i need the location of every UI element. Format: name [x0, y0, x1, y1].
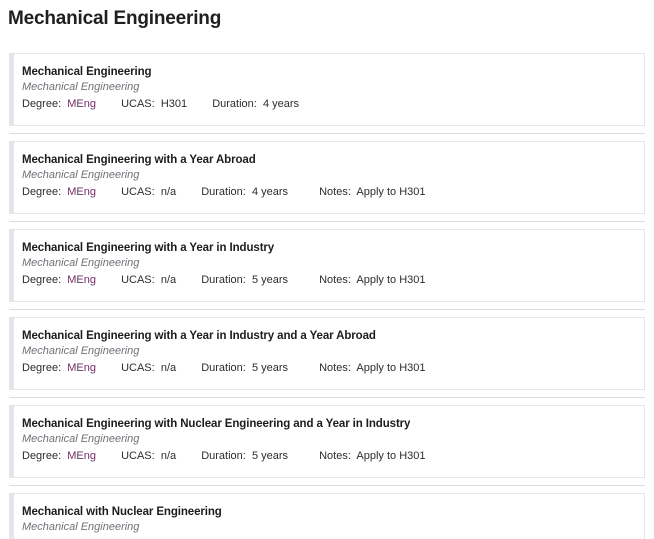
meta-ucas: UCAS: n/a: [121, 361, 176, 376]
course-department: Mechanical Engineering: [22, 521, 140, 533]
meta-notes-label: Notes:: [319, 274, 354, 286]
meta-ucas-value: n/a: [160, 274, 177, 286]
card-separator: [9, 485, 645, 486]
meta-duration-label: Duration:: [201, 274, 249, 286]
meta-ucas: UCAS: n/a: [121, 185, 176, 200]
course-card-6[interactable]: Mechanical with Nuclear Engineering Mech…: [9, 493, 645, 539]
meta-ucas-value: n/a: [160, 186, 177, 198]
course-name: Mechanical with Nuclear Engineering: [22, 506, 222, 518]
meta-duration: Duration: 5 years: [201, 361, 288, 376]
meta-ucas: UCAS: H301: [121, 97, 187, 112]
meta-duration: Duration: 4 years: [201, 185, 288, 200]
card-separator: [9, 221, 645, 222]
meta-degree-label: Degree:: [22, 450, 65, 462]
card-separator: [9, 397, 645, 398]
course-meta: Degree: MEng UCAS: n/a Duration: 5 years…: [22, 361, 632, 376]
meta-duration: Duration: 5 years: [201, 273, 288, 288]
meta-degree: Degree: MEng: [22, 449, 96, 464]
meta-ucas-value: H301: [160, 98, 188, 110]
meta-notes-label: Notes:: [319, 186, 354, 198]
meta-ucas-value: n/a: [160, 362, 177, 374]
meta-degree: Degree: MEng: [22, 273, 96, 288]
course-name: Mechanical Engineering with a Year in In…: [22, 330, 376, 342]
meta-notes-value: Apply to H301: [356, 274, 426, 286]
meta-notes-value: Apply to H301: [356, 186, 426, 198]
meta-degree-value: MEng: [67, 274, 97, 286]
meta-notes-label: Notes:: [319, 450, 354, 462]
meta-degree: Degree: MEng: [22, 185, 96, 200]
meta-notes-value: Apply to H301: [356, 362, 426, 374]
meta-ucas-label: UCAS:: [121, 362, 158, 374]
meta-duration-label: Duration:: [201, 186, 249, 198]
meta-degree-value: MEng: [67, 362, 97, 374]
course-card-1[interactable]: Mechanical Engineering Mechanical Engine…: [9, 53, 645, 126]
meta-degree-label: Degree:: [22, 98, 65, 110]
meta-degree-value: MEng: [67, 98, 97, 110]
meta-degree-value: MEng: [67, 450, 97, 462]
meta-degree-value: MEng: [67, 186, 97, 198]
meta-degree-label: Degree:: [22, 362, 65, 374]
course-meta: Degree: MEng UCAS: n/a Duration: 5 years…: [22, 273, 632, 288]
meta-duration: Duration: 5 years: [201, 449, 288, 464]
course-department: Mechanical Engineering: [22, 433, 140, 445]
meta-notes: Notes: Apply to H301: [319, 361, 425, 376]
meta-notes: Notes: Apply to H301: [319, 185, 425, 200]
card-separator: [9, 309, 645, 310]
course-department: Mechanical Engineering: [22, 169, 140, 181]
meta-degree-label: Degree:: [22, 186, 65, 198]
meta-ucas-value: n/a: [160, 450, 177, 462]
meta-ucas: UCAS: n/a: [121, 449, 176, 464]
meta-degree: Degree: MEng: [22, 361, 96, 376]
meta-ucas-label: UCAS:: [121, 274, 158, 286]
meta-ucas: UCAS: n/a: [121, 273, 176, 288]
meta-notes: Notes: Apply to H301: [319, 449, 425, 464]
course-card-4[interactable]: Mechanical Engineering with a Year in In…: [9, 317, 645, 390]
meta-notes: Notes: Apply to H301: [319, 273, 425, 288]
meta-duration: Duration: 4 years: [212, 97, 299, 112]
meta-ucas-label: UCAS:: [121, 186, 158, 198]
meta-duration-value: 5 years: [251, 362, 289, 374]
course-name: Mechanical Engineering: [22, 66, 152, 78]
meta-duration-label: Duration:: [201, 362, 249, 374]
meta-degree: Degree: MEng: [22, 97, 96, 112]
card-separator: [9, 133, 645, 134]
course-department: Mechanical Engineering: [22, 257, 140, 269]
course-card-5[interactable]: Mechanical Engineering with Nuclear Engi…: [9, 405, 645, 478]
course-meta: Degree: MEng UCAS: n/a Duration: 4 years…: [22, 185, 632, 200]
meta-duration-value: 4 years: [251, 186, 289, 198]
meta-ucas-label: UCAS:: [121, 98, 158, 110]
course-department: Mechanical Engineering: [22, 81, 140, 93]
meta-duration-value: 5 years: [251, 274, 289, 286]
course-list: Mechanical Engineering Mechanical Engine…: [0, 53, 654, 539]
course-card-2[interactable]: Mechanical Engineering with a Year Abroa…: [9, 141, 645, 214]
title-spacer: [0, 32, 654, 53]
course-card-3[interactable]: Mechanical Engineering with a Year in In…: [9, 229, 645, 302]
meta-ucas-label: UCAS:: [121, 450, 158, 462]
course-meta: Degree: MEng UCAS: H301 Duration: 4 year…: [22, 97, 632, 112]
meta-duration-value: 4 years: [262, 98, 300, 110]
meta-duration-label: Duration:: [212, 98, 260, 110]
page-title: Mechanical Engineering: [8, 8, 222, 29]
meta-notes-label: Notes:: [319, 362, 354, 374]
meta-notes-value: Apply to H301: [356, 450, 426, 462]
course-listing-page: Mechanical Engineering Mechanical Engine…: [0, 0, 654, 539]
course-name: Mechanical Engineering with a Year in In…: [22, 242, 275, 254]
meta-degree-label: Degree:: [22, 274, 65, 286]
meta-duration-label: Duration:: [201, 450, 249, 462]
course-name: Mechanical Engineering with Nuclear Engi…: [22, 418, 411, 430]
course-meta: Degree: MEng UCAS: n/a Duration: 5 years…: [22, 449, 632, 464]
course-name: Mechanical Engineering with a Year Abroa…: [22, 154, 256, 166]
course-department: Mechanical Engineering: [22, 345, 140, 357]
meta-duration-value: 5 years: [251, 450, 289, 462]
